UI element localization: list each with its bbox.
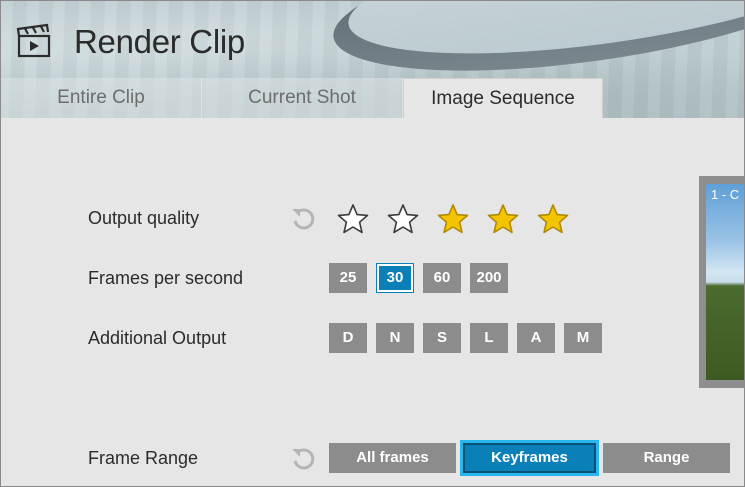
output-n-button[interactable]: N xyxy=(376,323,414,353)
tab-current-shot[interactable]: Current Shot xyxy=(202,78,403,118)
star-icon[interactable] xyxy=(487,203,519,235)
dialog-title: Render Clip xyxy=(74,23,245,60)
frame-range-label: Frame Range xyxy=(88,448,199,468)
star-icon[interactable] xyxy=(337,203,369,235)
star-icon[interactable] xyxy=(537,203,569,235)
tab-image-sequence[interactable]: Image Sequence xyxy=(403,78,603,118)
fps-200-button[interactable]: 200 xyxy=(470,263,508,293)
output-quality-label: Output quality xyxy=(88,208,200,228)
reset-icon[interactable] xyxy=(290,446,316,472)
tab-entire-clip[interactable]: Entire Clip xyxy=(1,78,202,118)
output-l-button[interactable]: L xyxy=(470,323,508,353)
output-a-button[interactable]: A xyxy=(517,323,555,353)
render-clip-dialog: Render Clip Entire Clip Current Shot Ima… xyxy=(0,0,745,487)
output-d-button[interactable]: D xyxy=(329,323,367,353)
reset-icon[interactable] xyxy=(290,206,316,232)
output-s-button[interactable]: S xyxy=(423,323,461,353)
clapperboard-icon xyxy=(16,23,51,58)
keyframes-button[interactable]: Keyframes xyxy=(463,443,596,473)
additional-output-label: Additional Output xyxy=(88,328,227,348)
fps-25-button[interactable]: 25 xyxy=(329,263,367,293)
all-frames-button[interactable]: All frames xyxy=(329,443,456,473)
preview-label: 1 - C xyxy=(711,187,740,202)
preview-thumbnail[interactable]: 1 - C xyxy=(699,176,744,388)
output-m-button[interactable]: M xyxy=(564,323,602,353)
star-icon[interactable] xyxy=(387,203,419,235)
tab-bar: Entire Clip Current Shot Image Sequence xyxy=(1,78,744,118)
fps-30-button[interactable]: 30 xyxy=(376,263,414,293)
star-icon[interactable] xyxy=(437,203,469,235)
range-button[interactable]: Range xyxy=(603,443,730,473)
fps-60-button[interactable]: 60 xyxy=(423,263,461,293)
fps-label: Frames per second xyxy=(88,268,244,288)
preview-image xyxy=(706,184,744,380)
header-banner: Render Clip Entire Clip Current Shot Ima… xyxy=(1,1,744,118)
